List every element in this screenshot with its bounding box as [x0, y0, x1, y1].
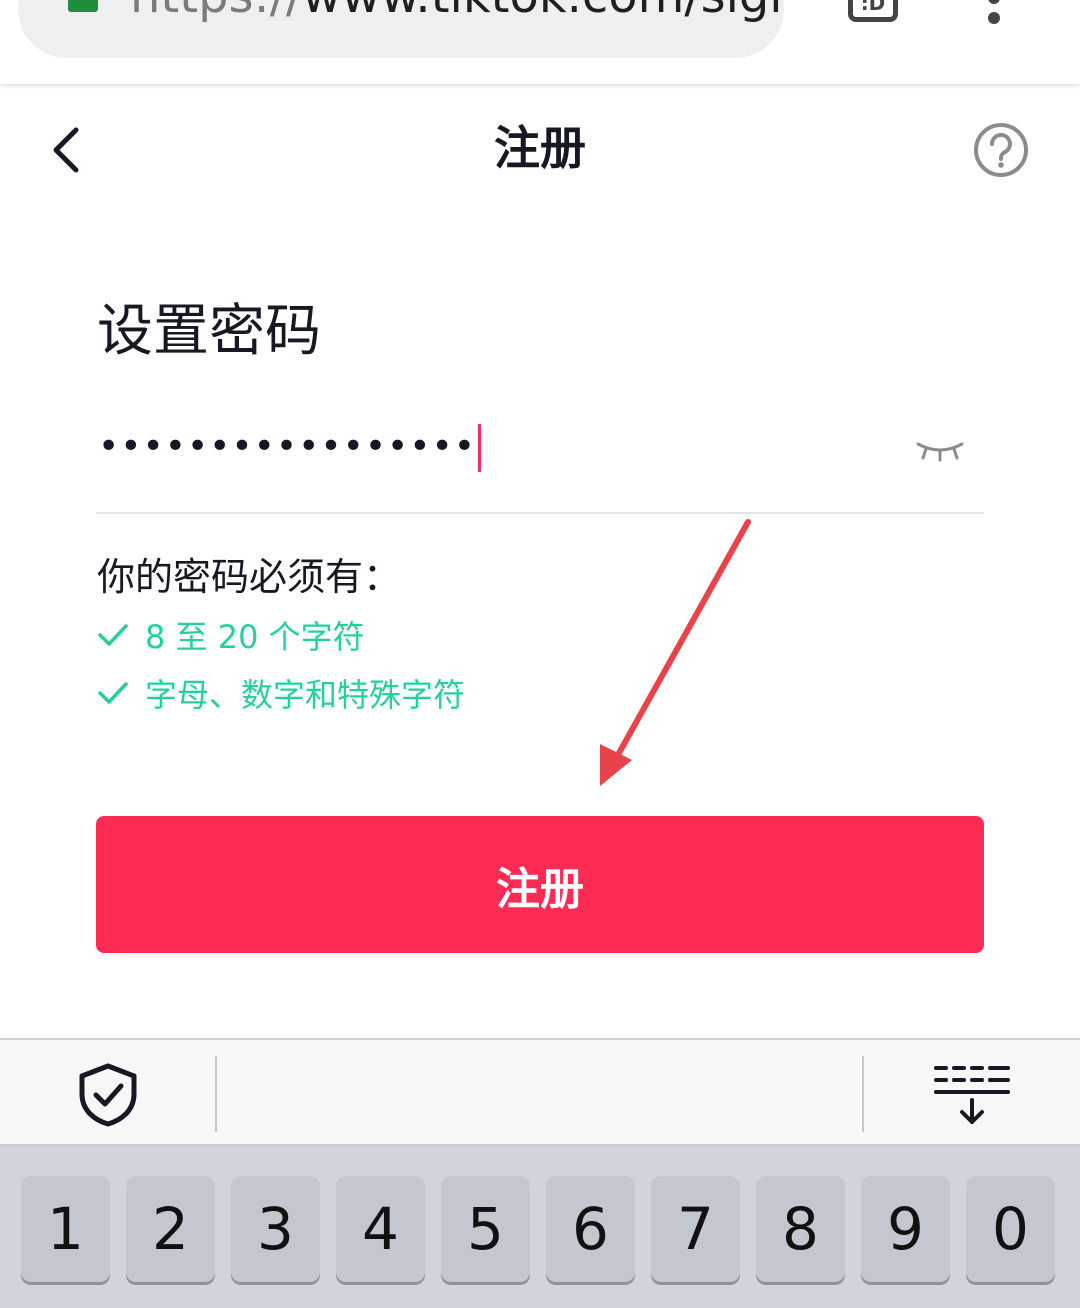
lock-icon [68, 0, 98, 12]
url-scheme: https:// [130, 0, 302, 24]
password-input-value[interactable]: ••••••••••••••••• [98, 422, 481, 472]
url-text[interactable]: https://www.tiktok.com/sign [130, 0, 784, 24]
url-host: www.tiktok.com/sign [302, 0, 784, 24]
secure-keyboard-shield-icon[interactable] [76, 1062, 140, 1128]
numeric-keyboard: 1 2 3 4 5 6 7 8 9 0 [0, 1146, 1080, 1308]
key-7[interactable]: 7 [651, 1176, 740, 1282]
requirement-text: 字母、数字和特殊字符 [145, 676, 466, 714]
signup-button[interactable]: 注册 [96, 816, 984, 953]
requirement-length: 8 至 20 个字符 [97, 612, 365, 658]
hide-keyboard-icon[interactable] [932, 1062, 1014, 1128]
help-button[interactable] [972, 121, 1030, 179]
requirement-charset: 字母、数字和特殊字符 [97, 670, 465, 716]
browser-toolbar: https://www.tiktok.com/sign :D [0, 0, 1080, 84]
tab-switcher-icon[interactable]: :D [848, 0, 898, 22]
requirements-title: 你的密码必须有： [97, 555, 402, 599]
key-9[interactable]: 9 [861, 1176, 950, 1282]
check-icon [98, 624, 128, 646]
form-heading: 设置密码 [97, 299, 321, 364]
toolbar-divider [215, 1056, 217, 1132]
key-2[interactable]: 2 [126, 1176, 215, 1282]
key-3[interactable]: 3 [231, 1176, 320, 1282]
more-menu-icon[interactable] [984, 0, 1004, 32]
password-field[interactable]: ••••••••••••••••• [96, 412, 984, 514]
eye-closed-icon [916, 442, 964, 462]
check-icon [98, 682, 128, 704]
text-caret [477, 424, 481, 472]
requirement-text: 8 至 20 个字符 [145, 618, 365, 656]
address-bar[interactable]: https://www.tiktok.com/sign [18, 0, 784, 58]
help-circle-icon [974, 123, 1028, 177]
keyboard-toolbar [0, 1038, 1080, 1146]
key-5[interactable]: 5 [441, 1176, 530, 1282]
toolbar-divider [862, 1056, 864, 1132]
page-title: 注册 [494, 121, 586, 175]
key-8[interactable]: 8 [756, 1176, 845, 1282]
key-0[interactable]: 0 [966, 1176, 1055, 1282]
key-4[interactable]: 4 [336, 1176, 425, 1282]
key-1[interactable]: 1 [21, 1176, 110, 1282]
toggle-password-visibility-button[interactable] [914, 436, 966, 466]
tab-count: :D [860, 0, 886, 15]
key-6[interactable]: 6 [546, 1176, 635, 1282]
